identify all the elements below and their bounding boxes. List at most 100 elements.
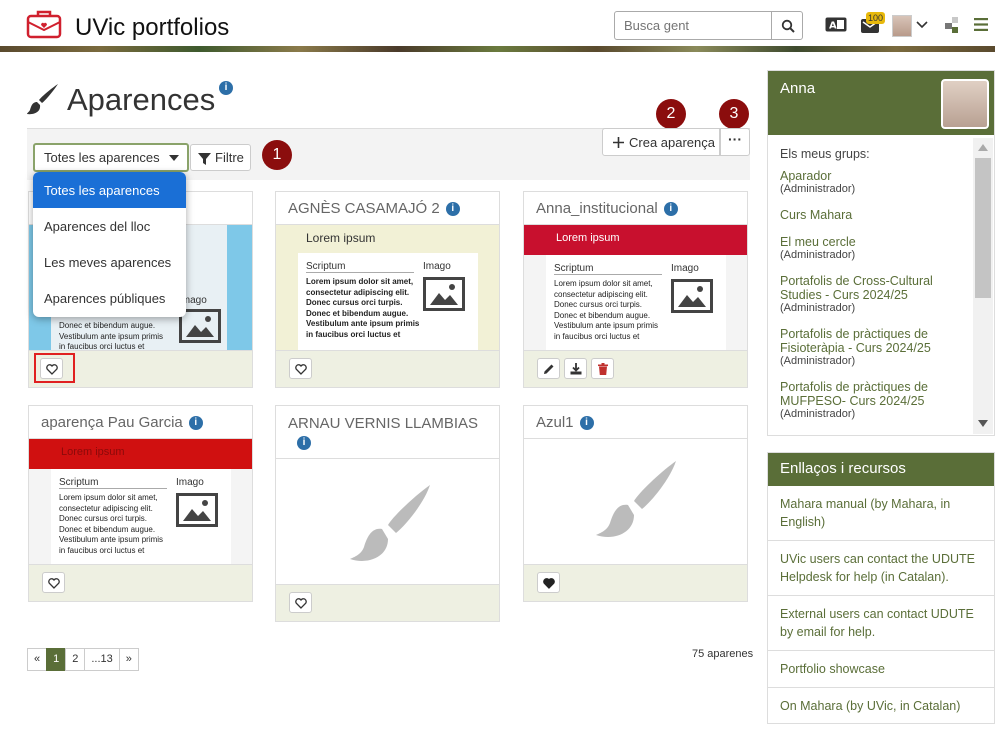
- filter-label: Filtre: [215, 150, 244, 165]
- group-link[interactable]: Portafolis de Cross-Cultural Studies - C…: [780, 274, 976, 302]
- pagination-page[interactable]: 2: [65, 648, 86, 671]
- filter-button[interactable]: Filtre: [190, 144, 251, 171]
- resource-link[interactable]: UVic users can contact the UDUTE Helpdes…: [768, 541, 994, 596]
- favourite-button[interactable]: [289, 592, 312, 613]
- trash-icon: [598, 363, 608, 375]
- pagination: « 1 2 ...13 »: [27, 648, 139, 671]
- pagination-next[interactable]: »: [118, 648, 139, 671]
- skin-preview[interactable]: Lorem ipsum Scriptum Imago Lorem ipsum d…: [524, 225, 747, 351]
- skin-preview[interactable]: [276, 459, 499, 585]
- info-icon[interactable]: i: [579, 416, 594, 430]
- briefcase-heart-icon[interactable]: [26, 9, 62, 39]
- dropdown-option-all[interactable]: Totes les aparences: [33, 172, 186, 208]
- preview-line: Vestibulum ante ipsum primis: [59, 535, 164, 544]
- create-skin-button[interactable]: Crea aparença: [602, 128, 720, 156]
- edit-button[interactable]: [537, 358, 560, 379]
- group-link[interactable]: El meu cercle: [780, 235, 976, 249]
- info-icon[interactable]: i: [297, 436, 311, 450]
- preview-col1: Scriptum: [554, 263, 662, 275]
- skin-preview[interactable]: [524, 439, 747, 565]
- group-link[interactable]: Curs Mahara: [780, 208, 976, 222]
- group-item: Curs Mahara: [780, 208, 976, 222]
- skin-filter-select[interactable]: Totes les aparences: [33, 143, 189, 172]
- pagination-page[interactable]: ...13: [84, 648, 120, 671]
- dropdown-option-public[interactable]: Aparences públiques: [33, 280, 186, 316]
- groups-scrollbar[interactable]: [973, 138, 993, 434]
- resource-link[interactable]: Mahara manual (by Mahara, in English): [768, 486, 994, 541]
- card-footer: [29, 565, 252, 601]
- export-button[interactable]: [564, 358, 587, 379]
- skin-card[interactable]: Azul1 i: [523, 405, 748, 602]
- card-title[interactable]: aparença Pau Garcia i: [29, 406, 252, 439]
- group-role: (Administrador): [780, 249, 856, 261]
- search-input[interactable]: [614, 11, 772, 40]
- heart-filled-icon: [543, 578, 555, 589]
- preview-col2: Imago: [176, 477, 204, 488]
- scrollbar-thumb[interactable]: [975, 158, 991, 298]
- site-title[interactable]: UVic portfolios: [75, 14, 229, 42]
- translate-icon[interactable]: A: [825, 17, 847, 32]
- preview-line: consectetur adipiscing elit.: [554, 289, 648, 299]
- group-item: Portafolis de pràctiques de Fisioteràpia…: [780, 327, 976, 367]
- image-icon: [671, 279, 713, 313]
- resource-link[interactable]: Portfolio showcase: [768, 651, 994, 688]
- favourite-button[interactable]: [289, 358, 312, 379]
- chevron-down-icon[interactable]: [916, 21, 928, 29]
- heart-outline-icon: [295, 598, 307, 609]
- pagination-prev[interactable]: «: [27, 648, 48, 671]
- skin-preview[interactable]: Lorem ipsum Scriptum Imago Lorem ipsum d…: [29, 439, 252, 565]
- preview-line: in faucibus orci luctus et: [59, 545, 145, 555]
- group-role: (Administrador): [780, 355, 856, 367]
- scroll-up-icon[interactable]: [978, 144, 988, 151]
- group-link[interactable]: Portafolis de pràctiques de Fisioteràpia…: [780, 327, 976, 355]
- skin-card[interactable]: Anna_institucional i Lorem ipsum Scriptum…: [523, 191, 748, 388]
- preview-col2: Imago: [423, 261, 451, 272]
- paintbrush-placeholder-icon: [350, 485, 430, 561]
- links-heading: Enllaços i recursos: [768, 453, 994, 486]
- menu-icon[interactable]: [974, 18, 988, 31]
- skin-card[interactable]: ARNAU VERNIS LLAMBIAS i: [275, 405, 500, 622]
- preview-line: Vestibulum ante ipsum primis: [554, 321, 659, 330]
- dropdown-option-mine[interactable]: Les meves aparences: [33, 244, 186, 280]
- notification-badge: 100: [866, 12, 886, 24]
- image-icon: [176, 493, 218, 527]
- info-icon[interactable]: i: [663, 202, 678, 216]
- scroll-down-icon[interactable]: [978, 420, 988, 427]
- search-button[interactable]: [771, 11, 803, 40]
- card-footer: [524, 565, 747, 601]
- pagination-page[interactable]: 1: [46, 648, 67, 671]
- resource-link[interactable]: External users can contact UDUTE by emai…: [768, 596, 994, 651]
- more-options-button[interactable]: ···: [720, 128, 750, 156]
- dropdown-option-site[interactable]: Aparences del lloc: [33, 208, 186, 244]
- preview-line: in faucibus orci luctus et: [59, 342, 145, 351]
- preview-col2: Imago: [671, 263, 699, 274]
- results-count: 75 aparenes: [692, 648, 754, 660]
- card-title[interactable]: ARNAU VERNIS LLAMBIAS i: [276, 406, 499, 459]
- image-icon: [423, 277, 465, 311]
- skin-preview[interactable]: Lorem ipsum Scriptum Imago Lorem ipsum d…: [276, 225, 499, 351]
- user-name[interactable]: Anna: [780, 80, 815, 97]
- group-link[interactable]: Aparador: [780, 169, 976, 183]
- groups-list: Aparador (Administrador) Curs Mahara El m…: [780, 169, 976, 433]
- delete-button[interactable]: [591, 358, 614, 379]
- favourite-button[interactable]: [42, 572, 65, 593]
- selected-option: Totes les aparences: [44, 150, 160, 165]
- favourite-button[interactable]: [537, 572, 560, 593]
- resource-link[interactable]: On Mahara (by UVic, in Catalan): [768, 688, 994, 724]
- card-title[interactable]: Azul1 i: [524, 406, 747, 439]
- skin-filter-dropdown: Totes les aparences Aparences del lloc L…: [33, 172, 186, 317]
- card-title[interactable]: AGNÈS CASAMAJÓ 2i: [276, 192, 499, 225]
- page-title: Aparences: [67, 82, 216, 117]
- skin-card[interactable]: aparença Pau Garcia i Lorem ipsum Scriptu…: [28, 405, 253, 602]
- info-icon[interactable]: i: [188, 416, 203, 430]
- profile-picture[interactable]: [941, 79, 989, 129]
- group-link[interactable]: Portafolis de pràctiques de MUFPESO- Cur…: [780, 380, 976, 408]
- card-title[interactable]: Anna_institucional i: [524, 192, 747, 225]
- info-icon[interactable]: i: [445, 202, 460, 216]
- avatar[interactable]: [892, 15, 912, 37]
- apps-icon[interactable]: [945, 17, 959, 33]
- create-label: Crea aparença: [629, 135, 715, 150]
- info-icon[interactable]: i: [219, 81, 233, 95]
- skin-card[interactable]: AGNÈS CASAMAJÓ 2i Lorem ipsum Scriptum I…: [275, 191, 500, 388]
- download-icon: [570, 363, 582, 375]
